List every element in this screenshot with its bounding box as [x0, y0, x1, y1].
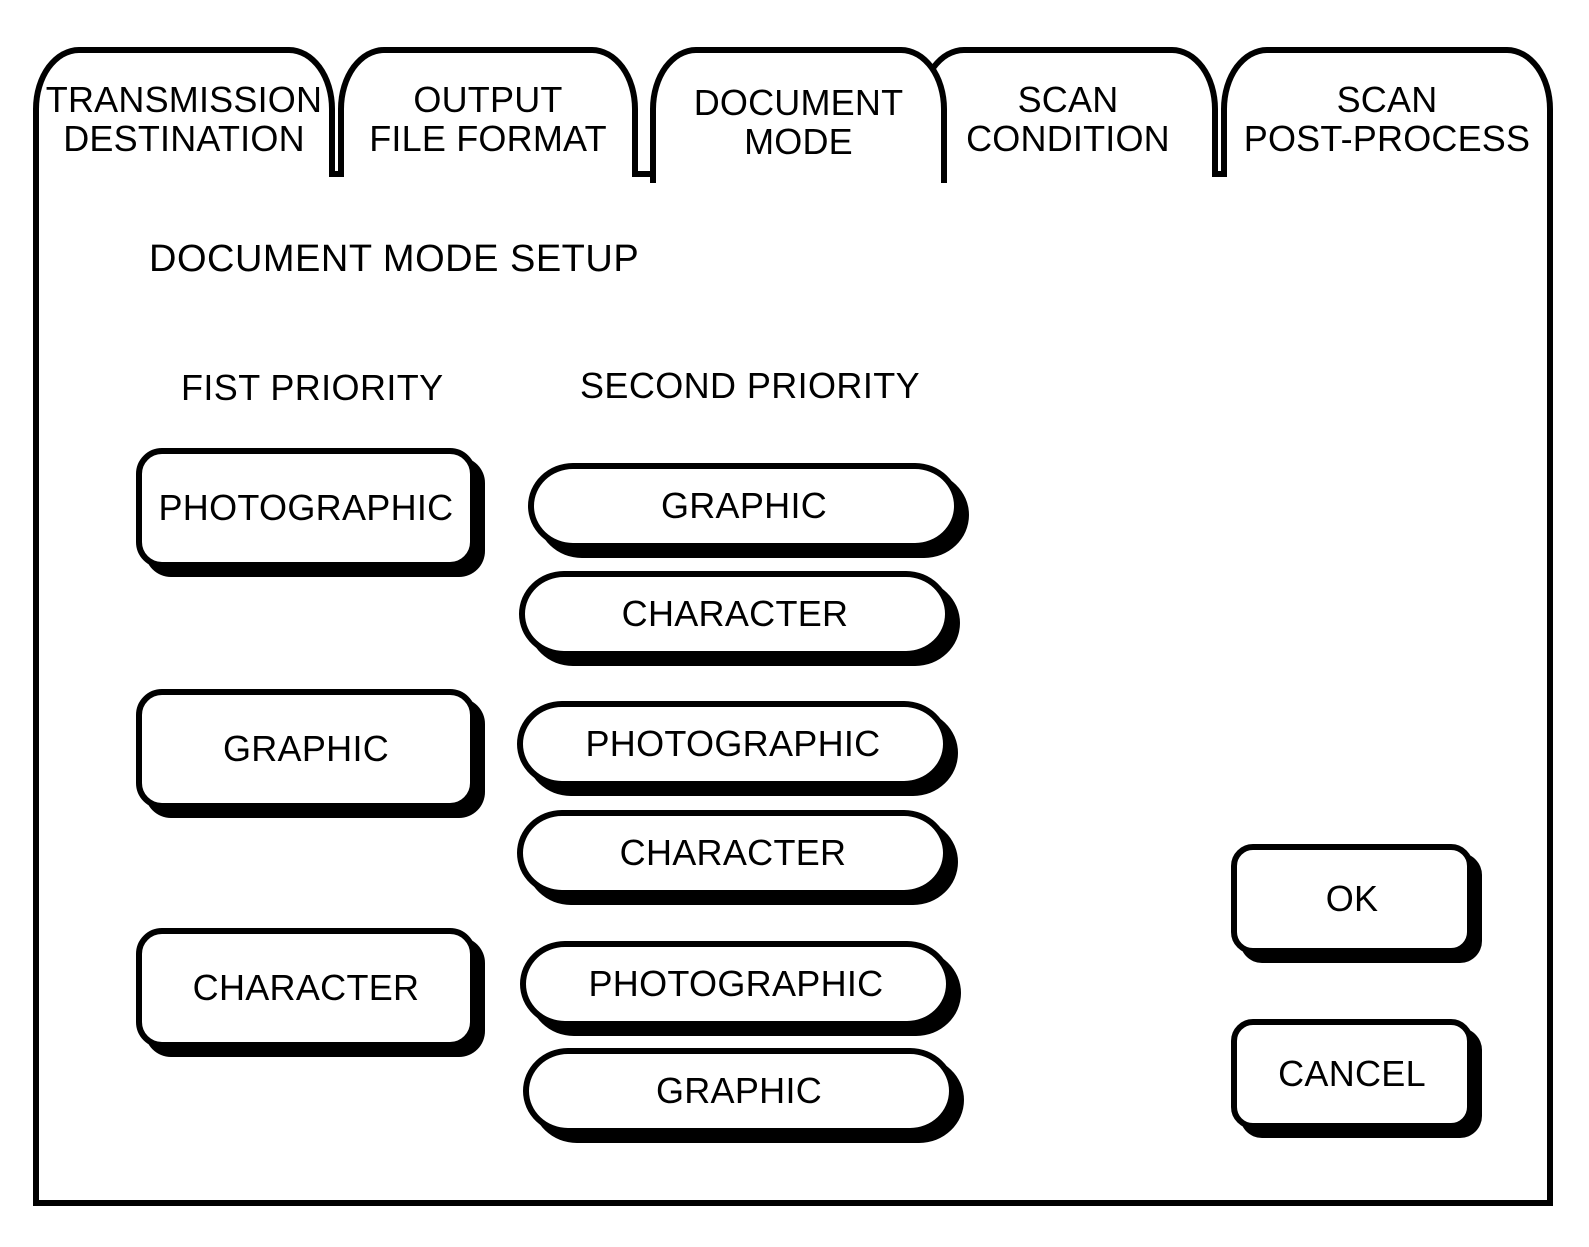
first-priority-button-2[interactable]: GRAPHIC [136, 689, 476, 809]
tab-label: TRANSMISSION DESTINATION [45, 79, 323, 159]
cancel-button[interactable]: CANCEL [1231, 1019, 1473, 1129]
page-title: DOCUMENT MODE SETUP [149, 238, 640, 280]
tab-document-mode[interactable]: DOCUMENT MODE [650, 47, 947, 183]
first-priority-button-3[interactable]: CHARACTER [136, 928, 476, 1048]
tab-label: DOCUMENT MODE [693, 82, 904, 162]
tab-scan-post-process[interactable]: SCAN POST-PROCESS [1221, 47, 1553, 177]
second-priority-button-3-2[interactable]: GRAPHIC [523, 1048, 955, 1134]
second-priority-button-1-1[interactable]: GRAPHIC [528, 463, 960, 549]
tab-scan-condition[interactable]: SCAN CONDITION [918, 47, 1218, 177]
patent-figure-ui: DOCUMENT MODE SETUP FIST PRIORITY SECOND… [0, 0, 1589, 1247]
first-priority-button-1[interactable]: PHOTOGRAPHIC [136, 448, 476, 568]
tab-output-file-format[interactable]: OUTPUT FILE FORMAT [338, 47, 638, 177]
tab-bar: TRANSMISSION DESTINATION OUTPUT FILE FOR… [33, 47, 1553, 183]
second-priority-button-1-2[interactable]: CHARACTER [519, 571, 951, 657]
tab-label: SCAN POST-PROCESS [1243, 79, 1531, 159]
column-header-second-priority: SECOND PRIORITY [580, 365, 921, 406]
tab-label: SCAN CONDITION [966, 79, 1170, 159]
second-priority-button-3-1[interactable]: PHOTOGRAPHIC [520, 941, 952, 1027]
tab-label: OUTPUT FILE FORMAT [369, 79, 607, 159]
tab-transmission-destination[interactable]: TRANSMISSION DESTINATION [33, 47, 335, 177]
ok-button[interactable]: OK [1231, 844, 1473, 954]
content-panel: DOCUMENT MODE SETUP FIST PRIORITY SECOND… [33, 170, 1553, 1206]
second-priority-button-2-1[interactable]: PHOTOGRAPHIC [517, 701, 949, 787]
column-header-first-priority: FIST PRIORITY [181, 367, 444, 408]
second-priority-button-2-2[interactable]: CHARACTER [517, 810, 949, 896]
